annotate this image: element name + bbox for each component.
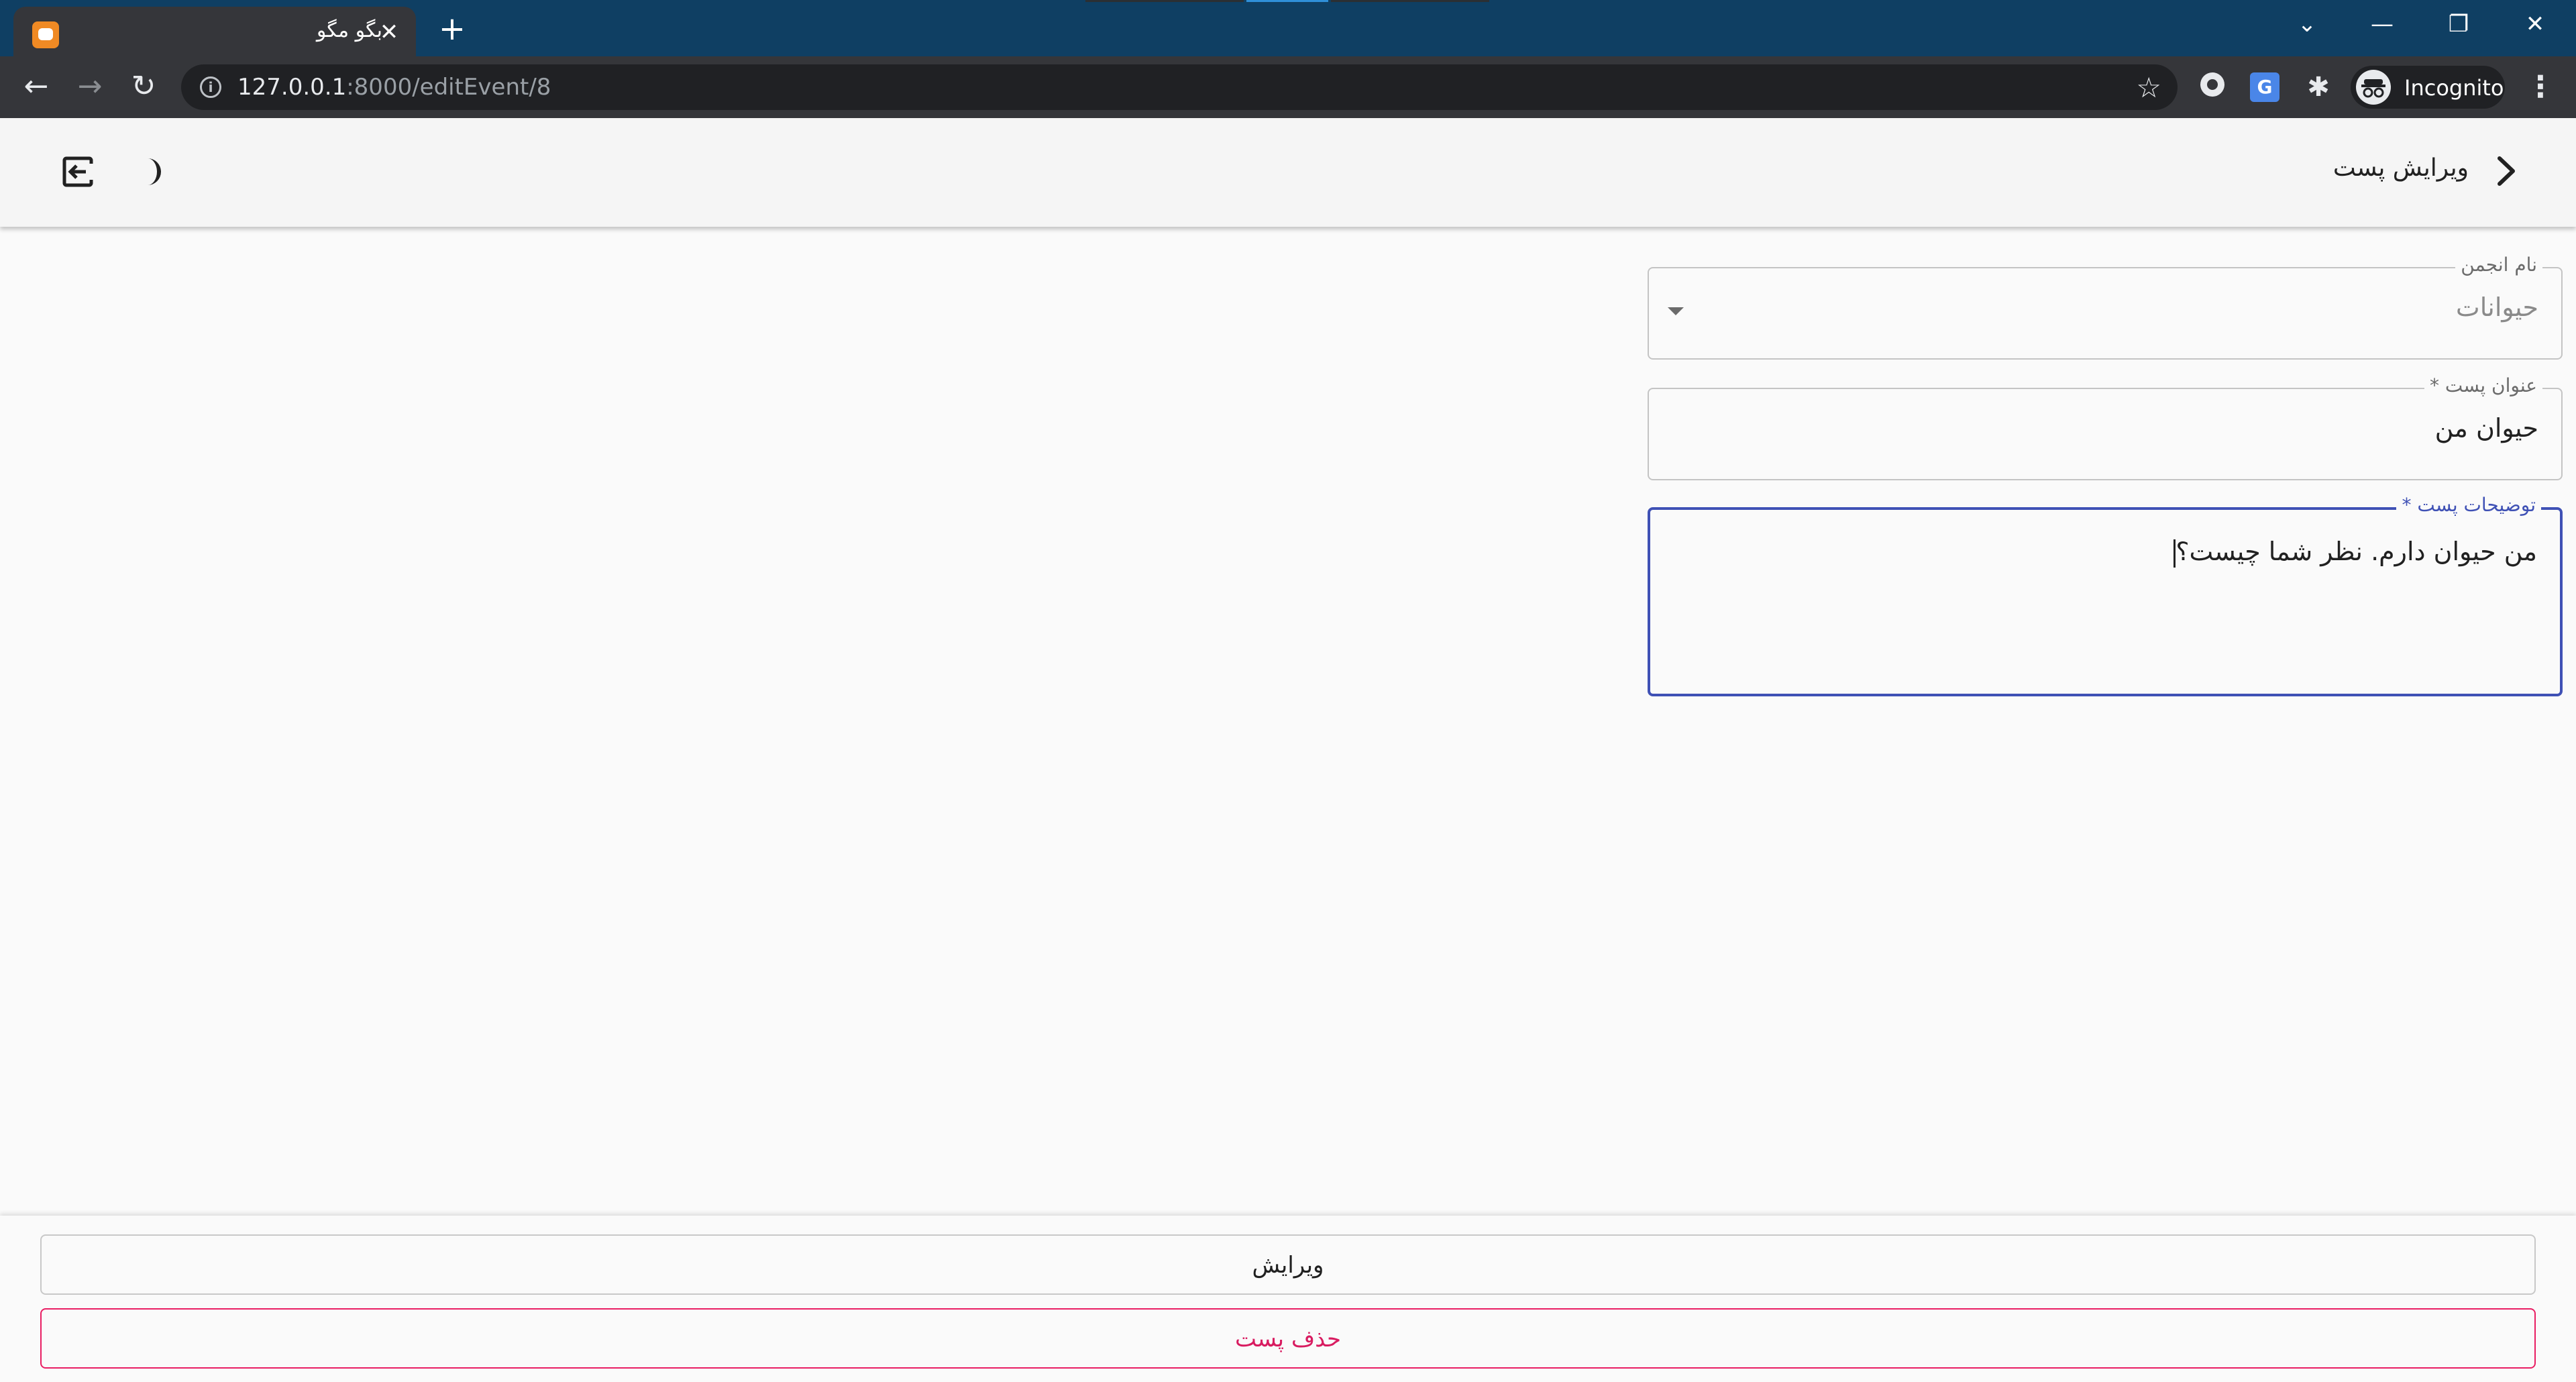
titlebar-accent bbox=[1331, 0, 1489, 2]
tab-title: بگو مگو bbox=[316, 19, 382, 42]
community-label: نام انجمن bbox=[2455, 254, 2542, 276]
extension-circle-icon[interactable] bbox=[2195, 70, 2230, 105]
moon-icon[interactable] bbox=[131, 152, 172, 192]
browser-titlebar: بگو مگو ✕ + ⌄ — ❐ ✕ bbox=[0, 0, 2576, 56]
edit-button[interactable]: ویرایش bbox=[40, 1234, 2536, 1295]
post-description-field[interactable]: توضیحات پست * من حیوان دارم. نظر شما چیس… bbox=[1648, 494, 2563, 696]
extensions-puzzle-icon[interactable]: ✱ bbox=[2301, 70, 2336, 105]
tab-close-icon[interactable]: ✕ bbox=[374, 17, 404, 47]
post-description-text: من حیوان دارم. نظر شما چیست؟ bbox=[2176, 537, 2537, 566]
incognito-graphic bbox=[2361, 79, 2385, 98]
new-tab-icon[interactable]: + bbox=[435, 12, 470, 47]
address-bar[interactable]: i 127.0.0.1:8000/editEvent/8 ☆ bbox=[181, 64, 2178, 110]
titlebar-accent bbox=[1085, 0, 1244, 2]
bookmark-star-icon[interactable]: ☆ bbox=[2136, 71, 2161, 104]
logout-icon[interactable] bbox=[58, 152, 98, 192]
app-header: ویرایش پست bbox=[0, 118, 2576, 227]
titlebar-accent-active bbox=[1246, 0, 1328, 2]
dropdown-caret-icon[interactable] bbox=[1668, 307, 1684, 315]
browser-toolbar: ← → ↻ i 127.0.0.1:8000/editEvent/8 ☆ G ✱… bbox=[0, 56, 2576, 118]
forward-arrow-icon[interactable]: → bbox=[70, 67, 110, 107]
back-arrow-icon[interactable]: ← bbox=[16, 67, 56, 107]
page-title: ویرایش پست bbox=[2332, 154, 2469, 182]
incognito-icon bbox=[2356, 70, 2391, 105]
tab-search-icon[interactable]: ⌄ bbox=[2270, 0, 2344, 51]
delete-post-button[interactable]: حذف پست bbox=[40, 1308, 2536, 1369]
browser-tab[interactable]: بگو مگو ✕ bbox=[13, 7, 416, 56]
url-path: :8000/editEvent/8 bbox=[346, 74, 551, 101]
post-title-value: حیوان من bbox=[2434, 413, 2538, 443]
extension-circle-graphic bbox=[2200, 72, 2224, 97]
post-title-label: عنوان پست * bbox=[2424, 374, 2542, 396]
url-text[interactable]: 127.0.0.1:8000/editEvent/8 bbox=[237, 74, 551, 101]
site-favicon-icon bbox=[32, 21, 59, 48]
restore-icon[interactable]: ❐ bbox=[2422, 0, 2496, 51]
post-description-value: من حیوان دارم. نظر شما چیست؟ bbox=[2171, 537, 2537, 568]
window-close-icon[interactable]: ✕ bbox=[2498, 0, 2572, 51]
logout-graphic bbox=[62, 156, 94, 187]
bottom-action-bar: ویرایش حذف پست bbox=[0, 1216, 2576, 1382]
moon-graphic bbox=[148, 158, 161, 185]
post-description-label: توضیحات پست * bbox=[2396, 494, 2541, 516]
google-translate-icon[interactable]: G bbox=[2250, 72, 2279, 102]
post-title-field[interactable]: عنوان پست * حیوان من bbox=[1648, 374, 2563, 480]
incognito-profile-chip[interactable]: Incognito bbox=[2351, 66, 2505, 109]
community-select[interactable]: نام انجمن حیوانات bbox=[1648, 254, 2563, 360]
reload-icon[interactable]: ↻ bbox=[123, 67, 164, 107]
community-value: حیوانات bbox=[2455, 293, 2538, 322]
minimize-icon[interactable]: — bbox=[2345, 0, 2419, 51]
url-host: 127.0.0.1 bbox=[237, 74, 347, 101]
profile-label: Incognito bbox=[2404, 75, 2504, 101]
chevron-right-graphic bbox=[2498, 156, 2515, 186]
site-info-icon[interactable]: i bbox=[200, 76, 221, 98]
browser-menu-icon[interactable]: ⋮ bbox=[2524, 67, 2557, 107]
chevron-right-icon[interactable] bbox=[2482, 148, 2529, 195]
